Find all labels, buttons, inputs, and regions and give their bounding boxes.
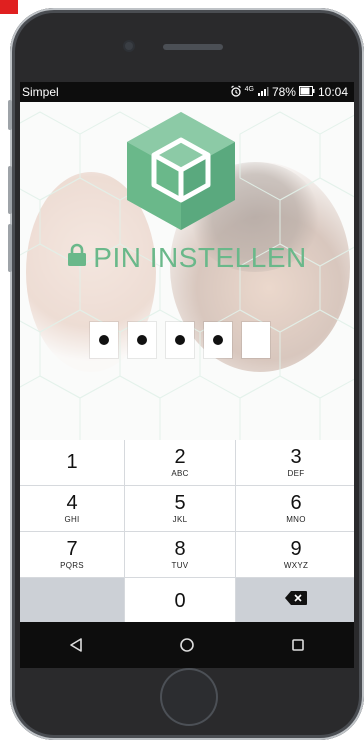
recents-icon <box>292 639 305 651</box>
key-7[interactable]: 7 PQRS <box>20 532 124 577</box>
key-blank <box>20 578 124 623</box>
key-digit: 4 <box>66 492 78 514</box>
key-digit: 8 <box>174 538 186 560</box>
key-letters: PQRS <box>60 561 84 570</box>
key-letters: DEF <box>287 469 305 478</box>
back-button[interactable] <box>56 625 96 665</box>
key-digit: 2 <box>174 446 186 468</box>
key-letters: JKL <box>172 515 188 524</box>
pin-filled-dot <box>99 335 109 345</box>
key-letters: GHI <box>64 515 80 524</box>
pin-filled-dot <box>137 335 147 345</box>
key-6[interactable]: 6 MNO <box>236 486 354 531</box>
key-8[interactable]: 8 TUV <box>125 532 235 577</box>
back-icon <box>69 638 82 652</box>
backspace-key[interactable] <box>236 578 354 623</box>
side-button-volume-up <box>8 166 12 214</box>
key-digit: 5 <box>174 492 186 514</box>
key-digit: 9 <box>290 538 302 560</box>
backspace-icon <box>285 591 307 610</box>
key-3[interactable]: 3 DEF <box>236 440 354 485</box>
side-button-top <box>8 100 12 130</box>
network-type-label: 4G <box>244 85 254 93</box>
home-nav-button[interactable] <box>167 625 207 665</box>
clock: 10:04 <box>317 85 348 99</box>
lock-icon <box>67 242 87 274</box>
carrier-label: Simpel <box>22 85 59 99</box>
key-letters: WXYZ <box>283 561 309 570</box>
pin-filled-dot <box>213 335 223 345</box>
pin-digit-box <box>166 322 194 358</box>
pin-digit-box <box>90 322 118 358</box>
navigation-bar <box>20 622 354 668</box>
key-1[interactable]: 1 <box>20 440 124 485</box>
battery-percent: 78% <box>271 85 296 99</box>
key-digit: 1 <box>66 450 78 473</box>
key-letters: ABC <box>171 469 189 478</box>
numeric-keypad: 1 2 ABC 3 DEF 4 GHI 5 JKL 6 MNO 7 PQRS 8 TUV 9W… <box>20 440 354 623</box>
key-4[interactable]: 4 GHI <box>20 486 124 531</box>
battery-icon <box>298 85 315 99</box>
key-letters: MNO <box>286 515 306 524</box>
home-icon <box>180 638 194 652</box>
physical-home-button[interactable] <box>160 668 218 726</box>
alarm-icon <box>230 85 242 100</box>
pin-digit-box-empty <box>242 322 270 358</box>
app-logo-icon <box>127 112 235 230</box>
pin-filled-dot <box>175 335 185 345</box>
key-digit: 3 <box>290 446 302 468</box>
pin-digit-box <box>128 322 156 358</box>
recents-button[interactable] <box>278 625 318 665</box>
key-letters: TUV <box>171 561 189 570</box>
key-2[interactable]: 2 ABC <box>125 440 235 485</box>
signal-icon <box>257 85 269 100</box>
earpiece-speaker <box>163 44 223 50</box>
key-digit: 0 <box>174 589 186 612</box>
key-0[interactable]: 0 <box>125 578 235 623</box>
pin-entry[interactable] <box>90 322 290 360</box>
corner-mark <box>0 0 18 14</box>
status-bar: Simpel 4G 78% 10:04 <box>20 82 354 102</box>
front-camera <box>125 42 133 50</box>
key-digit: 7 <box>66 538 78 560</box>
hero-background: PIN INSTELLEN <box>20 102 354 440</box>
key-5[interactable]: 5 JKL <box>125 486 235 531</box>
pin-digit-box <box>204 322 232 358</box>
key-9[interactable]: 9 WXYZ <box>236 532 354 577</box>
key-digit: 6 <box>290 492 302 514</box>
screen: Simpel 4G 78% 10:04 PIN INSTELLEN 1 2 AB… <box>20 82 354 668</box>
page-title-row: PIN INSTELLEN <box>20 242 354 274</box>
side-button-volume-down <box>8 224 12 272</box>
page-title: PIN INSTELLEN <box>93 242 307 273</box>
